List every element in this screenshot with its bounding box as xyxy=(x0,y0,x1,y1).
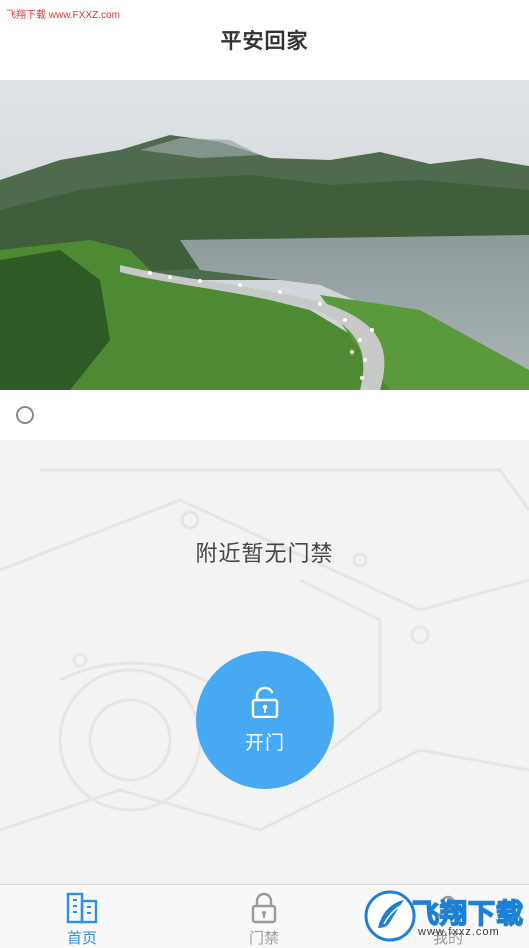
tab-home-label: 首页 xyxy=(66,930,97,947)
tab-door-access-label: 门禁 xyxy=(248,930,279,947)
empty-state-text: 附近暂无门禁 xyxy=(195,541,334,566)
carousel-dot[interactable] xyxy=(16,406,34,424)
watermark-text: 飞翔下载 www.FXXZ.com xyxy=(6,10,120,21)
lock-icon xyxy=(251,892,277,924)
feather-logo-icon xyxy=(364,890,416,942)
building-icon xyxy=(66,892,98,924)
unlock-icon xyxy=(251,686,279,718)
open-door-button[interactable]: 开门 xyxy=(196,651,334,789)
open-door-label: 开门 xyxy=(244,732,285,754)
carousel-indicator-row xyxy=(0,390,529,440)
mountain-lake-photo xyxy=(0,80,529,390)
section-divider xyxy=(0,440,529,450)
banner-image[interactable] xyxy=(0,80,529,390)
tab-door-access[interactable]: 门禁 xyxy=(204,885,324,948)
page-title: 平安回家 xyxy=(220,30,309,53)
watermark-url: www.fxxz.com xyxy=(418,926,500,938)
watermark-logo: 飞翔下载 www.fxxz.com xyxy=(360,884,529,948)
tab-home[interactable]: 首页 xyxy=(22,885,142,948)
door-access-panel: 附近暂无门禁 开门 xyxy=(0,450,529,884)
